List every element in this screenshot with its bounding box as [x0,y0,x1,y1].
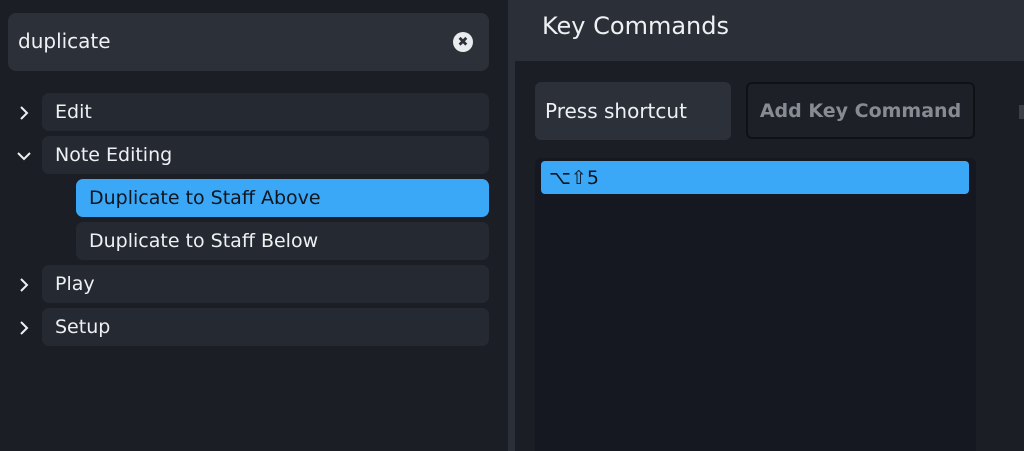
add-key-command-label: Add Key Command [759,99,962,122]
tree-item-play[interactable]: Play [42,265,489,303]
key-commands-panel: Press shortcut Add Key Command ⌥⇧5 [515,61,1024,451]
search-field[interactable]: duplicate ✖ [8,13,489,71]
tree-item-label: Play [55,273,95,295]
panel-divider[interactable] [508,0,515,451]
tree-item-duplicate-to-staff-below[interactable]: Duplicate to Staff Below [76,222,489,260]
tree-item-label: Setup [55,316,111,338]
tree-item-label: Note Editing [55,144,173,166]
edge-marker [1019,105,1024,119]
tree-item-duplicate-to-staff-above[interactable]: Duplicate to Staff Above [76,179,489,217]
chevron-right-icon[interactable] [14,103,34,123]
add-key-command-button[interactable]: Add Key Command [746,82,975,139]
tree-item-label: Duplicate to Staff Above [89,187,321,209]
tree-item-edit[interactable]: Edit [42,93,489,131]
chevron-down-icon[interactable] [14,146,34,166]
key-command-list[interactable]: ⌥⇧5 [535,158,976,451]
shortcut-placeholder: Press shortcut [545,99,687,123]
clear-search-icon[interactable]: ✖ [453,32,473,52]
search-input[interactable]: duplicate [18,29,111,53]
chevron-right-icon[interactable] [14,318,34,338]
tree-item-note-editing[interactable]: Note Editing [42,136,489,174]
tree-item-setup[interactable]: Setup [42,308,489,346]
tree-item-label: Duplicate to Staff Below [89,230,319,252]
shortcut-input[interactable]: Press shortcut [535,82,731,140]
tree-item-label: Edit [55,101,92,123]
key-commands-header: Key Commands [515,0,1024,61]
chevron-right-icon[interactable] [14,275,34,295]
list-item[interactable]: ⌥⇧5 [541,161,969,194]
key-command-text: ⌥⇧5 [549,166,599,189]
command-tree-panel: duplicate ✖ Edit Note Editing Duplicate … [0,0,508,451]
panel-title: Key Commands [542,12,729,40]
